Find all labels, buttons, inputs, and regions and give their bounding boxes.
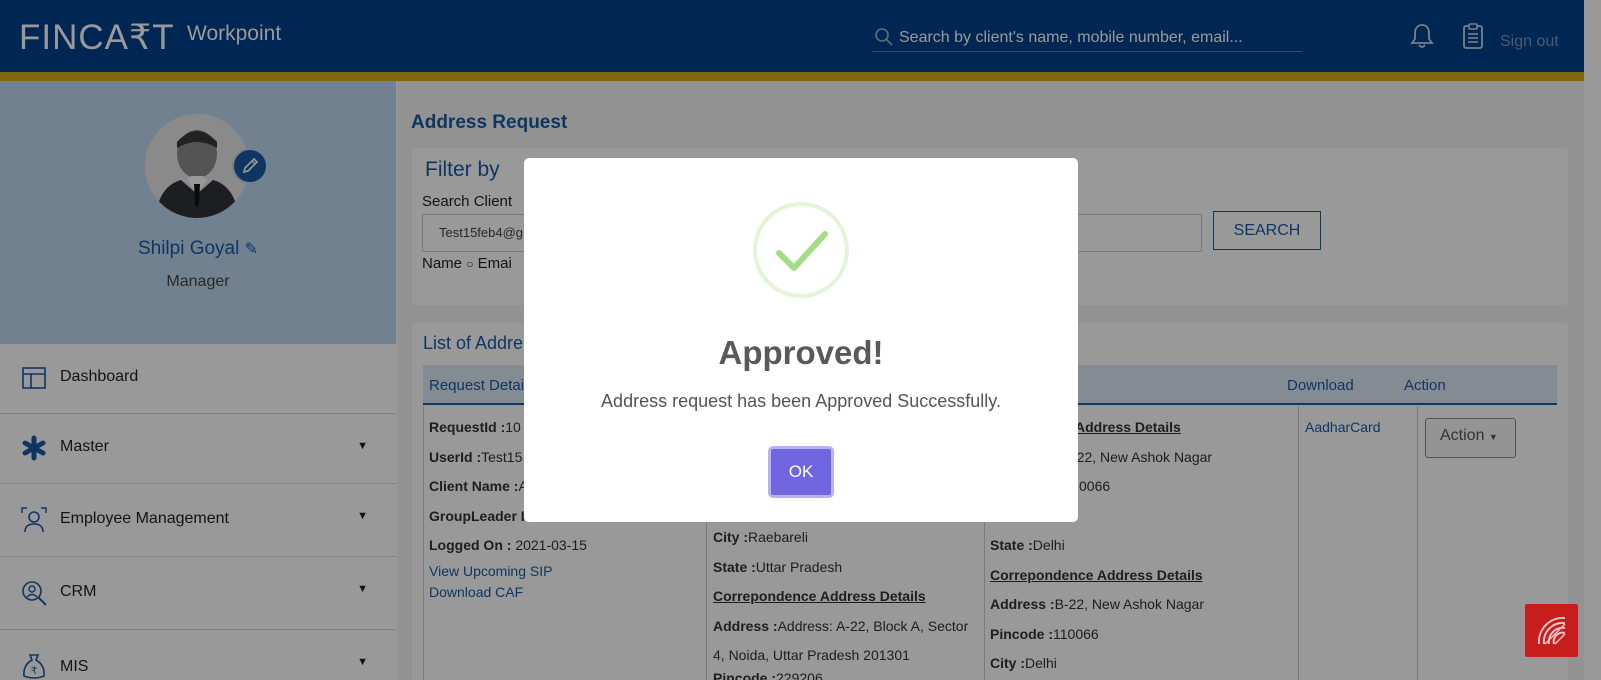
modal-title: Approved! xyxy=(718,334,884,371)
success-check-icon xyxy=(753,202,849,298)
chat-widget-button[interactable] xyxy=(1525,604,1578,657)
modal-message: Address request has been Approved Succes… xyxy=(601,391,1001,411)
check-mark-icon xyxy=(776,231,828,271)
success-modal: Approved! Address request has been Appro… xyxy=(524,158,1078,522)
ok-button[interactable]: OK xyxy=(768,446,834,498)
chat-widget-icon xyxy=(1537,616,1566,645)
